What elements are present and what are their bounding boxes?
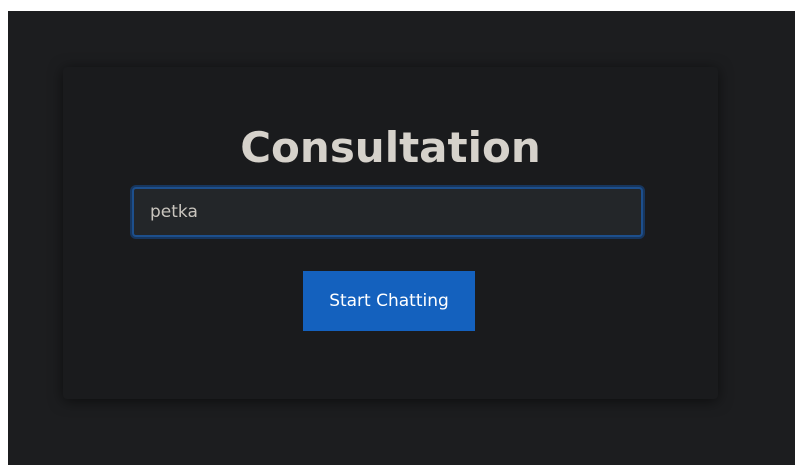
name-input[interactable] [132, 187, 643, 237]
page-viewport: Consultation Start Chatting [8, 11, 795, 465]
start-chatting-button[interactable]: Start Chatting [303, 271, 475, 331]
consultation-card: Consultation Start Chatting [63, 67, 718, 399]
page-title: Consultation [240, 123, 541, 172]
